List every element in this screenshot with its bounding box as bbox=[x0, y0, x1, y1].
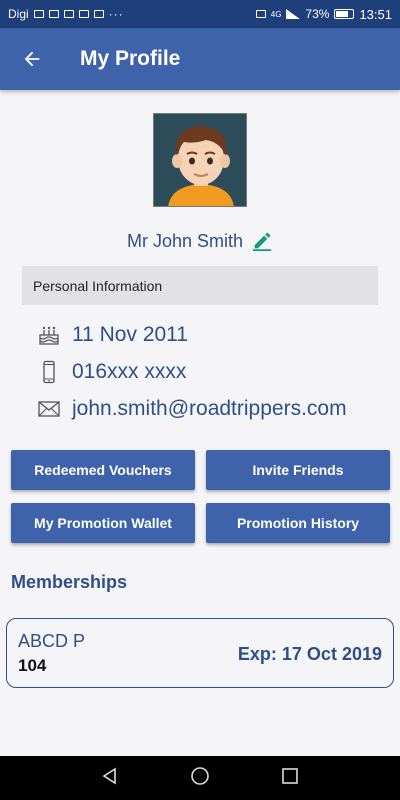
phone-value: 016xxx xxxx bbox=[72, 360, 187, 383]
battery-icon bbox=[334, 9, 355, 19]
back-button[interactable] bbox=[0, 28, 64, 90]
profile-name: Mr John Smith bbox=[126, 230, 244, 251]
profile-name-row: Mr John Smith bbox=[0, 230, 400, 252]
system-nav-bar bbox=[0, 756, 400, 800]
section-title: Personal Information bbox=[33, 277, 163, 294]
network-type: 4G bbox=[270, 9, 282, 19]
back-nav-icon[interactable] bbox=[100, 766, 120, 791]
laptop-icon bbox=[33, 10, 44, 18]
redeemed-vouchers-button[interactable]: Redeemed Vouchers bbox=[11, 450, 195, 490]
page-title: My Profile bbox=[80, 47, 181, 70]
image-icon bbox=[48, 10, 59, 18]
birthday-value: 11 Nov 2011 bbox=[72, 323, 188, 346]
memberships-title: Memberships bbox=[11, 572, 128, 592]
invite-friends-button[interactable]: Invite Friends bbox=[206, 450, 390, 490]
status-bar: Digi ··· 4G 73% 13:51 bbox=[0, 0, 400, 28]
arrow-left-icon bbox=[24, 51, 40, 67]
membership-expiry: Exp: 17 Oct 2019 bbox=[237, 644, 382, 664]
facebook-icon bbox=[93, 10, 104, 18]
clock: 13:51 bbox=[359, 6, 392, 22]
hotspot-icon bbox=[255, 10, 266, 18]
home-nav-icon[interactable] bbox=[190, 766, 210, 791]
promotion-wallet-button[interactable]: My Promotion Wallet bbox=[11, 503, 195, 543]
promotion-history-button[interactable]: Promotion History bbox=[206, 503, 390, 543]
email-row: john.smith@roadtrippers.com bbox=[36, 396, 347, 422]
membership-name: ABCD P bbox=[18, 631, 86, 651]
signal-icon bbox=[63, 10, 74, 18]
battery-percent: 73% bbox=[305, 7, 330, 21]
phone-row: 016xxx xxxx bbox=[36, 359, 186, 385]
recents-nav-icon[interactable] bbox=[280, 766, 300, 791]
app-bar: My Profile bbox=[0, 28, 400, 90]
membership-card[interactable]: ABCD P 104 Exp: 17 Oct 2019 bbox=[6, 618, 394, 688]
envelope-icon bbox=[36, 396, 62, 422]
birthday-row: 11 Nov 2011 bbox=[36, 322, 188, 348]
avatar-image bbox=[154, 114, 246, 206]
pencil-icon[interactable] bbox=[251, 230, 273, 252]
carrier-label: Digi bbox=[8, 7, 29, 21]
email-value: john.smith@roadtrippers.com bbox=[72, 397, 347, 420]
mail-icon bbox=[78, 10, 89, 18]
avatar[interactable] bbox=[153, 113, 247, 207]
cell-signal-icon bbox=[286, 9, 301, 19]
membership-id: 104 bbox=[18, 656, 47, 675]
birthday-cake-icon bbox=[36, 322, 62, 348]
phone-icon bbox=[36, 359, 62, 385]
personal-information-header: Personal Information bbox=[22, 266, 378, 305]
more-notifications: ··· bbox=[108, 7, 124, 21]
